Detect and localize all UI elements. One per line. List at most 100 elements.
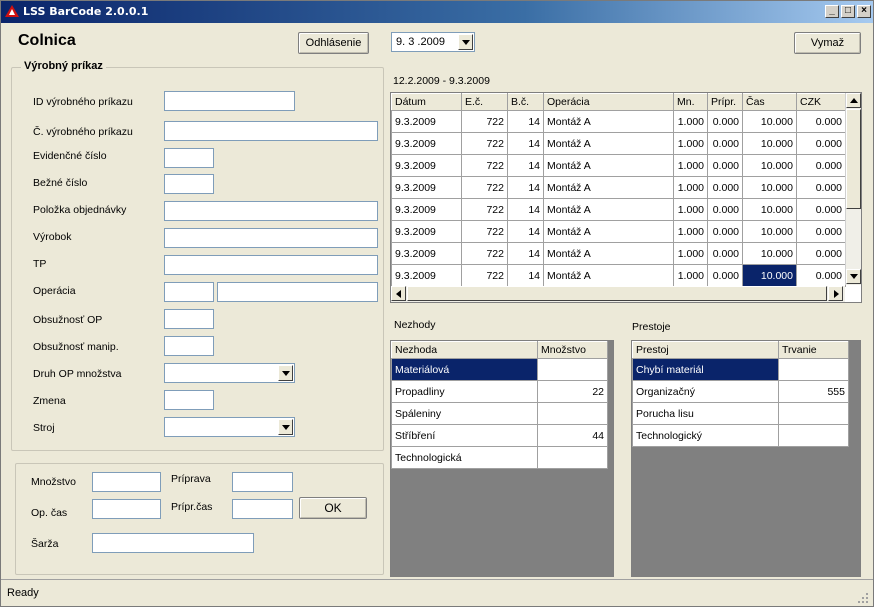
maximize-button[interactable]: □ [841,5,855,18]
cell-qty[interactable]: 1.000 [673,220,708,243]
cell-date[interactable]: 9.3.2009 [391,242,462,265]
cell-czk[interactable]: 0.000 [796,154,846,177]
cell-ec[interactable]: 722 [461,132,508,155]
col-header-czk[interactable]: CZK [796,93,846,111]
cell-defect-qty[interactable] [537,446,608,469]
cell-defect-qty[interactable]: 44 [537,424,608,447]
cell-date[interactable]: 9.3.2009 [391,154,462,177]
table-row[interactable]: 9.3.2009 722 14 Montáž A 1.000 0.000 10.000 0.0… [391,176,846,199]
scroll-right-button[interactable] [828,286,843,301]
cell-prep[interactable]: 0.000 [707,264,743,287]
operations-grid[interactable]: Dátum E.č. B.č. Operácia Mn. Prípr. Čas … [390,92,862,303]
hscroll-thumb[interactable] [407,286,827,301]
cell-czk[interactable]: 0.000 [796,198,846,221]
cell-prep[interactable]: 0.000 [707,198,743,221]
table-row[interactable]: Propadliny 22 [391,380,608,403]
cell-ec[interactable]: 722 [461,110,508,133]
col-header-operation[interactable]: Operácia [543,93,674,111]
cell-prep[interactable]: 0.000 [707,154,743,177]
operation-name-input[interactable] [217,282,378,302]
cell-date[interactable]: 9.3.2009 [391,110,462,133]
cell-duration[interactable] [778,358,849,381]
cell-time[interactable]: 10.000 [742,154,797,177]
cell-czk[interactable]: 0.000 [796,264,846,287]
cell-qty[interactable]: 1.000 [673,264,708,287]
table-row[interactable]: Stříbření 44 [391,424,608,447]
minimize-button[interactable]: _ [825,5,839,18]
cell-bc[interactable]: 14 [507,220,544,243]
cell-bc[interactable]: 14 [507,242,544,265]
col-header-duration[interactable]: Trvanie [778,341,849,359]
cell-bc[interactable]: 14 [507,154,544,177]
op-time-input[interactable] [92,499,161,519]
cell-qty[interactable]: 1.000 [673,132,708,155]
col-header-bc[interactable]: B.č. [507,93,544,111]
cell-ec[interactable]: 722 [461,264,508,287]
clear-button[interactable]: Vymaž [794,32,861,54]
cell-defect[interactable]: Stříbření [391,424,538,447]
table-row[interactable]: 9.3.2009 722 14 Montáž A 1.000 0.000 10.000 0.0… [391,132,846,155]
col-header-time[interactable]: Čas [742,93,797,111]
cell-ec[interactable]: 722 [461,242,508,265]
cell-ec[interactable]: 722 [461,220,508,243]
cell-czk[interactable]: 0.000 [796,110,846,133]
date-select[interactable]: 9. 3 .2009 [391,32,475,52]
cell-prep[interactable]: 0.000 [707,132,743,155]
cell-operation[interactable]: Montáž A [543,198,674,221]
scroll-thumb[interactable] [846,109,861,209]
table-row[interactable]: Spáleniny [391,402,608,425]
cell-operation[interactable]: Montáž A [543,242,674,265]
evidence-number-input[interactable] [164,148,214,168]
cell-bc[interactable]: 14 [507,176,544,199]
cell-operation[interactable]: Montáž A [543,176,674,199]
cell-operation[interactable]: Montáž A [543,220,674,243]
cell-qty[interactable]: 1.000 [673,110,708,133]
order-number-input[interactable] [164,121,378,141]
table-row[interactable]: Technologický [632,424,849,447]
machine-select[interactable] [164,417,295,437]
cell-qty[interactable]: 1.000 [673,242,708,265]
cell-downtime[interactable]: Organizačný [632,380,779,403]
cell-duration[interactable]: 555 [778,380,849,403]
col-header-downtime[interactable]: Prestoj [632,341,779,359]
cell-bc[interactable]: 14 [507,264,544,287]
cell-downtime-selected[interactable]: Chybí materiál [632,358,779,381]
cell-ec[interactable]: 722 [461,198,508,221]
cell-downtime[interactable]: Technologický [632,424,779,447]
cell-czk[interactable]: 0.000 [796,220,846,243]
operations-vscrollbar[interactable] [845,93,861,285]
cell-date[interactable]: 9.3.2009 [391,220,462,243]
operations-hscrollbar[interactable] [391,286,845,302]
cell-ec[interactable]: 722 [461,154,508,177]
cell-ec[interactable]: 722 [461,176,508,199]
tp-input[interactable] [164,255,378,275]
cell-czk[interactable]: 0.000 [796,176,846,199]
close-button[interactable]: × [857,5,871,18]
cell-operation[interactable]: Montáž A [543,110,674,133]
table-row[interactable]: Materiálová [391,358,608,381]
cell-operation[interactable]: Montáž A [543,132,674,155]
ok-button[interactable]: OK [299,497,367,519]
downtimes-grid[interactable]: Prestoj Trvanie Chybí materiál Organizač… [631,340,861,577]
table-row[interactable]: 9.3.2009 722 14 Montáž A 1.000 0.000 10.000 0.0… [391,154,846,177]
cell-time[interactable]: 10.000 [742,220,797,243]
col-header-qty[interactable]: Mn. [673,93,708,111]
cell-date[interactable]: 9.3.2009 [391,176,462,199]
product-input[interactable] [164,228,378,248]
cell-defect[interactable]: Spáleniny [391,402,538,425]
col-header-defect[interactable]: Nezhoda [391,341,538,359]
cell-prep[interactable]: 0.000 [707,176,743,199]
scroll-up-button[interactable] [846,93,861,108]
cell-defect-selected[interactable]: Materiálová [391,358,538,381]
table-row[interactable]: 9.3.2009 722 14 Montáž A 1.000 0.000 10.000 0.0… [391,220,846,243]
cell-defect-qty[interactable] [537,402,608,425]
cell-defect-qty[interactable]: 22 [537,380,608,403]
logout-button[interactable]: Odhlásenie [298,32,369,54]
cell-duration[interactable] [778,402,849,425]
cell-bc[interactable]: 14 [507,110,544,133]
op-type-select[interactable] [164,363,295,383]
defects-grid[interactable]: Nezhoda Množstvo Materiálová Propadliny 2… [390,340,614,577]
col-header-defect-qty[interactable]: Množstvo [537,341,608,359]
cell-prep[interactable]: 0.000 [707,242,743,265]
cell-qty[interactable]: 1.000 [673,154,708,177]
